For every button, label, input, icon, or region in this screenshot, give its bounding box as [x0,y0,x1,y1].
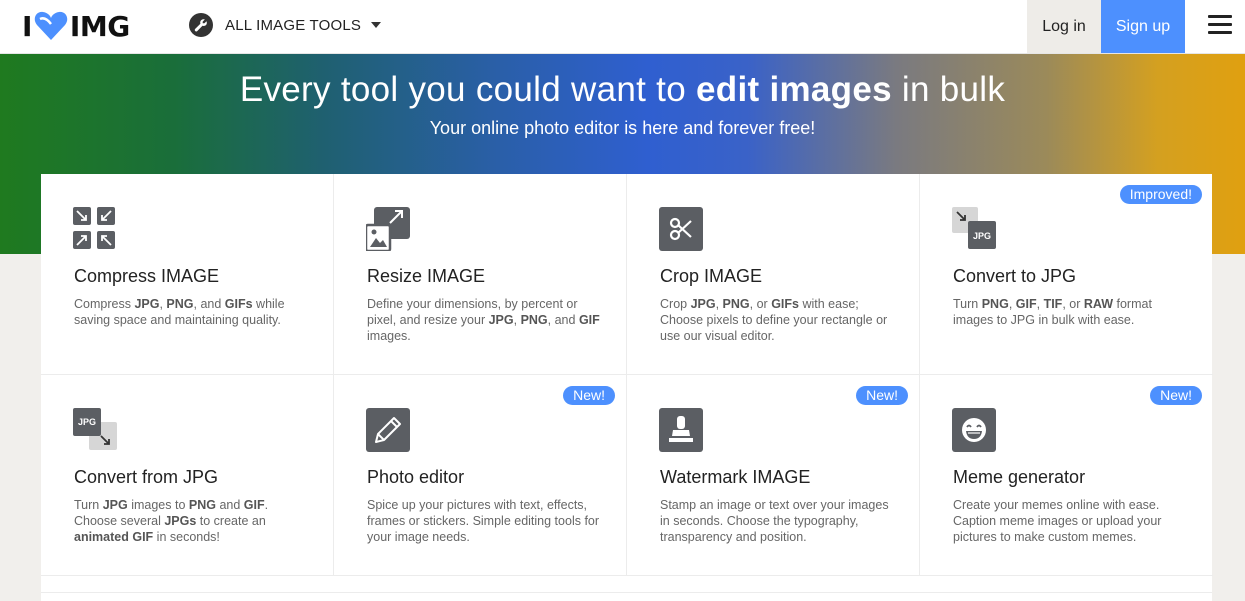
description-segment: , and [547,313,579,327]
tool-card-watermark[interactable]: New! Watermark IMAGE Stamp an image or t… [627,375,920,576]
description-segment: JPG [102,498,128,512]
description-segment: RAW [1083,297,1114,311]
description-segment: animated GIF [74,530,154,544]
description-segment: GIF [1015,297,1037,311]
description-segment: images. [367,329,411,343]
tool-title: Meme generator [953,467,1086,487]
jpg-label: JPG [78,417,96,427]
tool-description: Spice up your pictures with text, effect… [367,497,607,545]
all-image-tools-label: ALL IMAGE TOOLS [225,16,362,34]
description-segment: , [513,313,521,327]
description-segment: JPG [690,297,716,311]
row-divider [41,592,1212,593]
description-segment: and [215,498,244,512]
tool-description: Turn JPG images to PNG and GIF. Choose s… [74,497,314,545]
description-segment: PNG [166,297,194,311]
description-segment: GIF [578,313,600,327]
description-segment: , or [1062,297,1084,311]
description-segment: images to [127,498,189,512]
tool-description: Compress JPG, PNG, and GIFs while saving… [74,296,314,328]
stamp-icon [659,408,703,452]
description-segment: , [1008,297,1016,311]
logo-letter-i: I [22,9,32,43]
description-segment: PNG [520,313,548,327]
logo[interactable]: I IMG [22,8,130,44]
tool-card-crop[interactable]: Crop IMAGE Crop JPG, PNG, or GIFs with e… [627,174,920,375]
tool-title: Convert to JPG [953,266,1077,286]
hero-title-post: in bulk [891,70,1006,109]
signup-button[interactable]: Sign up [1101,0,1185,53]
compress-icon [73,207,117,251]
tool-card-convert-from-jpg[interactable]: JPG Convert from JPG Turn JPG images to … [41,375,334,576]
description-segment: Spice up your pictures with text, effect… [367,498,600,544]
description-segment: to create an [196,514,266,528]
tool-description: Stamp an image or text over your images … [660,497,900,545]
description-segment: GIFs [224,297,253,311]
description-segment: GIFs [771,297,799,311]
caret-down-icon [371,22,382,28]
tool-description: Create your memes online with ease. Capt… [953,497,1193,545]
description-segment: , or [749,297,772,311]
description-segment: , [715,297,723,311]
tool-title: Watermark IMAGE [660,467,811,487]
jpg-label: JPG [973,231,991,241]
new-badge: New! [1150,386,1202,405]
tool-title: Convert from JPG [74,467,219,487]
description-segment: Crop [660,297,691,311]
all-image-tools-menu[interactable]: ALL IMAGE TOOLS [189,12,382,38]
tool-title: Photo editor [367,467,465,487]
description-segment: Create your memes online with ease. Capt… [953,498,1162,544]
smiley-icon [952,408,996,452]
login-button[interactable]: Log in [1027,0,1101,53]
new-badge: New! [856,386,908,405]
logo-text-img: IMG [69,9,130,43]
description-segment: GIF [243,498,265,512]
tool-title: Compress IMAGE [74,266,220,286]
description-segment: , [1036,297,1044,311]
hero-title: Every tool you could want to edit images… [0,70,1245,110]
tool-card-compress[interactable]: Compress IMAGE Compress JPG, PNG, and GI… [41,174,334,375]
description-segment: Compress [74,297,135,311]
hero-title-pre: Every tool you could want to [239,70,696,109]
convert-from-jpg-icon: JPG [73,408,117,452]
description-segment: Turn [74,498,103,512]
description-segment: JPGs [164,514,197,528]
description-segment: , and [193,297,225,311]
tool-card-resize[interactable]: Resize IMAGE Define your dimensions, by … [334,174,627,375]
pencil-icon [366,408,410,452]
tool-card-photo-editor[interactable]: New! Photo editor Spice up your pictures… [334,375,627,576]
tool-description: Define your dimensions, by percent or pi… [367,296,607,344]
description-segment: PNG [722,297,750,311]
top-navbar: I IMG ALL IMAGE TOOLS Log in Sign up [0,0,1245,54]
tool-card-meme-generator[interactable]: New! Meme generator Create your memes on… [920,375,1213,576]
improved-badge: Improved! [1119,185,1202,204]
description-segment: TIF [1043,297,1063,311]
resize-icon [364,207,410,253]
description-segment: Stamp an image or text over your images … [660,498,889,544]
tool-description: Crop JPG, PNG, or GIFs with ease; Choose… [660,296,900,344]
tools-grid: Compress IMAGE Compress JPG, PNG, and GI… [41,174,1213,601]
description-segment: PNG [188,498,216,512]
description-segment: Turn [953,297,982,311]
wrench-icon [189,13,213,37]
convert-to-jpg-icon: JPG [952,207,996,251]
description-segment: JPG [134,297,160,311]
tool-description: Turn PNG, GIF, TIF, or RAW format images… [953,296,1193,328]
description-segment: JPG [488,313,514,327]
tool-title: Crop IMAGE [660,266,763,286]
hero-title-bold: edit images [696,70,892,109]
hamburger-menu-icon[interactable] [1208,15,1232,35]
tool-card-convert-to-jpg[interactable]: Improved! JPG Convert to JPG Turn PNG, G… [920,174,1213,375]
new-badge: New! [563,386,615,405]
hero-subtitle: Your online photo editor is here and for… [429,118,816,138]
description-segment: PNG [981,297,1009,311]
heart-icon [34,11,68,41]
description-segment: in seconds! [153,530,220,544]
scissors-icon [659,207,703,251]
tool-title: Resize IMAGE [367,266,486,286]
